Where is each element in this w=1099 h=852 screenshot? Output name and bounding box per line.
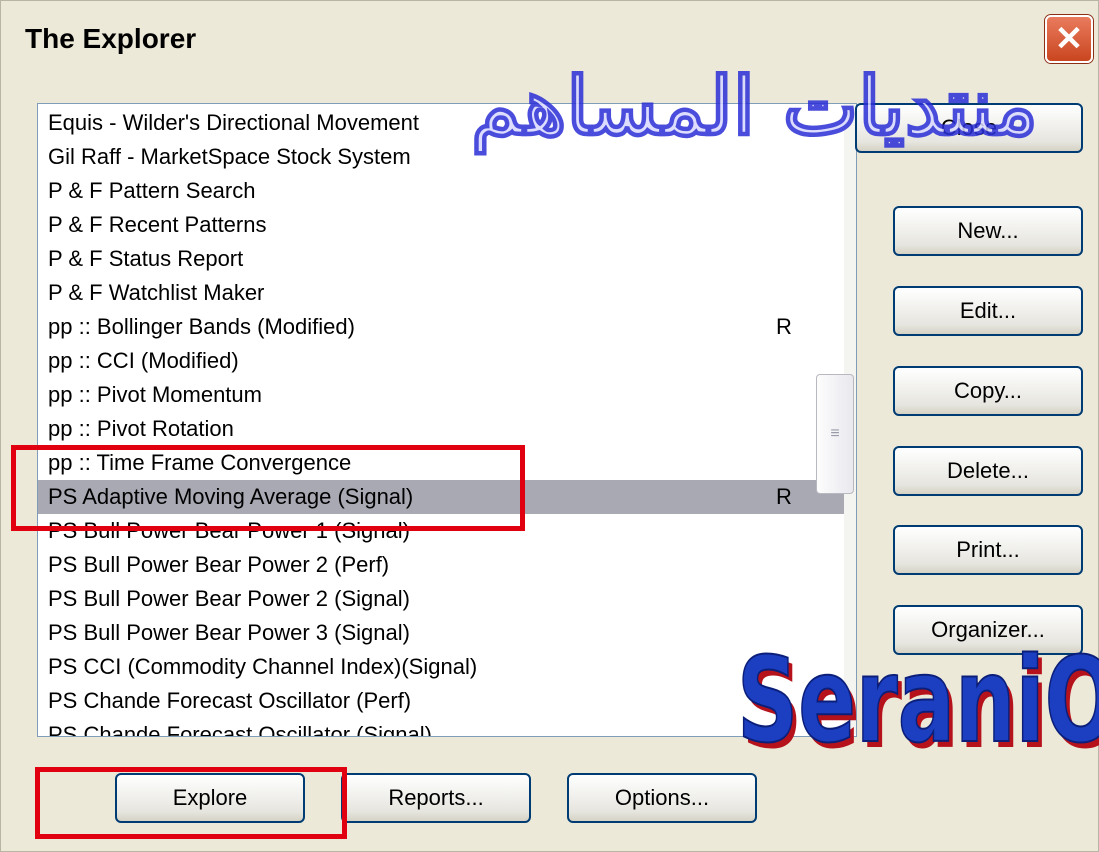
list-item[interactable]: pp :: Pivot Momentum — [38, 378, 856, 412]
forum-watermark: منتديات المساهم — [470, 58, 1039, 154]
list-item-flag: R — [776, 484, 792, 509]
list-item[interactable]: PS Chande Forecast Oscillator (Perf) — [38, 684, 856, 718]
explorer-window: The Explorer ✕ Equis - Wilder's Directio… — [0, 0, 1099, 852]
list-item-label: P & F Recent Patterns — [48, 212, 267, 237]
list-item[interactable]: PS Bull Power Bear Power 3 (Signal) — [38, 616, 856, 650]
list-item-label: pp :: Pivot Rotation — [48, 416, 234, 441]
list-item[interactable]: P & F Watchlist Maker — [38, 276, 856, 310]
list-item-label: PS Bull Power Bear Power 2 (Perf) — [48, 552, 390, 577]
list-item[interactable]: P & F Status Report — [38, 242, 856, 276]
list-item[interactable]: PS Chande Forecast Oscillator (Signal) — [38, 718, 856, 737]
list-item-flag: R — [776, 314, 792, 339]
delete-button[interactable]: Delete... — [893, 446, 1083, 496]
list-item-label: PS Bull Power Bear Power 2 (Signal) — [48, 586, 410, 611]
selection-highlight-box — [11, 445, 525, 531]
edit-button[interactable]: Edit... — [893, 286, 1083, 336]
list-item[interactable]: PS Bull Power Bear Power 2 (Signal) — [38, 582, 856, 616]
author-watermark: SeraniO — [736, 630, 1099, 770]
close-window-icon[interactable]: ✕ — [1045, 15, 1093, 63]
list-item-label: PS Chande Forecast Oscillator (Signal) — [48, 722, 432, 737]
list-item-label: pp :: Bollinger Bands (Modified) — [48, 314, 355, 339]
list-item[interactable]: pp :: Pivot Rotation — [38, 412, 856, 446]
list-item-label: P & F Watchlist Maker — [48, 280, 265, 305]
list-item[interactable]: pp :: CCI (Modified) — [38, 344, 856, 378]
explore-highlight-box — [35, 767, 347, 839]
list-item-label: P & F Pattern Search — [48, 178, 256, 203]
list-item-label: pp :: Pivot Momentum — [48, 382, 262, 407]
list-item-label: PS Chande Forecast Oscillator (Perf) — [48, 688, 412, 713]
list-item[interactable]: P & F Pattern Search — [38, 174, 856, 208]
list-item[interactable]: PS CCI (Commodity Channel Index)(Signal) — [38, 650, 856, 684]
list-item[interactable]: PS Bull Power Bear Power 2 (Perf) — [38, 548, 856, 582]
list-item-label: pp :: CCI (Modified) — [48, 348, 239, 373]
list-item-label: Equis - Wilder's Directional Movement — [48, 110, 419, 135]
list-item-label: PS CCI (Commodity Channel Index)(Signal) — [48, 654, 478, 679]
exploration-list[interactable]: Equis - Wilder's Directional Movement Gil… — [37, 103, 857, 737]
reports-button[interactable]: Reports... — [341, 773, 531, 823]
copy-button[interactable]: Copy... — [893, 366, 1083, 416]
list-item[interactable]: P & F Recent Patterns — [38, 208, 856, 242]
new-button[interactable]: New... — [893, 206, 1083, 256]
print-button[interactable]: Print... — [893, 525, 1083, 575]
scrollbar-thumb[interactable]: ≡ — [816, 374, 854, 494]
list-item-label: P & F Status Report — [48, 246, 244, 271]
list-item[interactable]: pp :: Bollinger Bands (Modified) R — [38, 310, 856, 344]
options-button[interactable]: Options... — [567, 773, 757, 823]
list-item-label: Gil Raff - MarketSpace Stock System — [48, 144, 411, 169]
window-title: The Explorer — [25, 23, 197, 54]
list-item-label: PS Bull Power Bear Power 3 (Signal) — [48, 620, 410, 645]
